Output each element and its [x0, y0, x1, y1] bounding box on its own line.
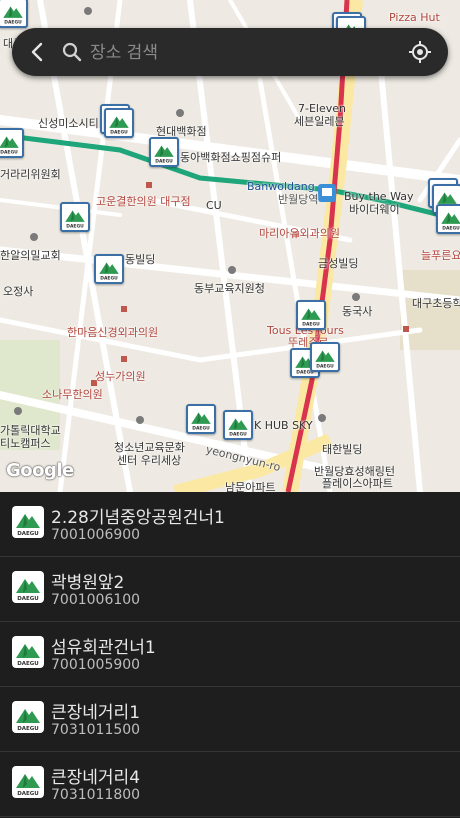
map-label: 고운결한의원 대구점: [96, 195, 191, 208]
svg-text:DAEGU: DAEGU: [316, 364, 334, 370]
map-label: 신성미소시티: [38, 117, 99, 130]
svg-text:DAEGU: DAEGU: [17, 661, 39, 667]
map-label: 세븐일레븐: [294, 115, 345, 128]
chevron-left-icon: [31, 42, 43, 62]
stop-name: 큰장네거리1: [51, 703, 141, 723]
svg-text:DAEGU: DAEGU: [17, 726, 39, 732]
map-label: 늘푸른요: [421, 249, 460, 262]
svg-text:DAEGU: DAEGU: [110, 130, 128, 136]
crosshair-location-icon: [409, 41, 431, 63]
daegu-bus-stop-icon: DAEGU: [12, 701, 44, 733]
daegu-bus-stop-icon: DAEGU: [12, 766, 44, 798]
stop-name: 큰장네거리4: [51, 768, 141, 788]
bus-stop-marker[interactable]: DAEGU: [223, 410, 253, 440]
list-item[interactable]: DAEGU 큰장네거리4 7031011800: [0, 752, 460, 817]
list-item[interactable]: DAEGU 섬유회관건너1 7001005900: [0, 622, 460, 687]
map-label: Banwoldang: [247, 180, 315, 193]
map-label: 동빌딩: [125, 253, 156, 266]
map-label: Pizza Hut: [389, 11, 440, 24]
map-label: CU: [206, 199, 222, 212]
list-item[interactable]: DAEGU 2.28기념중앙공원건너1 7001006900: [0, 492, 460, 557]
map-label: 태한빌딩: [322, 443, 363, 456]
svg-text:DAEGU: DAEGU: [302, 322, 320, 328]
svg-text:DAEGU: DAEGU: [155, 159, 173, 165]
stop-name: 곽병원앞2: [51, 573, 125, 593]
map-label: 플레이스아파트: [322, 477, 393, 490]
bus-stop-marker[interactable]: DAEGU: [296, 300, 326, 330]
svg-text:DAEGU: DAEGU: [17, 531, 39, 537]
search-icon: [62, 42, 82, 62]
daegu-bus-stop-icon: DAEGU: [12, 636, 44, 668]
map-label: 동아백화점쇼핑점슈퍼: [180, 151, 282, 164]
map-label: 한알의밀교회: [0, 249, 61, 262]
svg-text:DAEGU: DAEGU: [17, 596, 39, 602]
map-label: 오정사: [3, 285, 34, 298]
stop-name: 섬유회관건너1: [51, 638, 156, 658]
bus-stop-marker[interactable]: DAEGU: [94, 254, 124, 284]
bus-stop-marker[interactable]: DAEGU: [186, 404, 216, 434]
bus-stop-list: DAEGU 2.28기념중앙공원건너1 7001006900 DAEGU 곽병원…: [0, 492, 460, 818]
stop-code: 7031011800: [51, 787, 141, 803]
map-label: 가톨릭대학교: [0, 424, 61, 437]
svg-text:DAEGU: DAEGU: [229, 432, 247, 438]
stop-code: 7001006100: [51, 592, 141, 608]
my-location-button[interactable]: [408, 40, 432, 64]
map-label: 거라리위원회: [0, 168, 61, 181]
search-bar: [12, 28, 448, 76]
bus-stop-marker[interactable]: DAEGU: [436, 204, 460, 234]
stop-code: 7031011500: [51, 722, 141, 738]
bus-stop-marker[interactable]: DAEGU: [104, 108, 134, 138]
map-label: K HUB SKY: [254, 419, 313, 432]
map-label: Buy the Way: [344, 190, 414, 203]
bus-stop-marker[interactable]: DAEGU: [310, 342, 340, 372]
map-label: 반월당역: [278, 193, 319, 206]
map-label: 청소년교육문화: [114, 441, 185, 454]
daegu-bus-stop-icon: DAEGU: [12, 506, 44, 538]
svg-text:DAEGU: DAEGU: [0, 150, 18, 156]
map-label: 7-Eleven: [298, 102, 346, 115]
bus-stop-marker[interactable]: DAEGU: [149, 137, 179, 167]
list-item[interactable]: DAEGU 곽병원앞2 7001006100: [0, 557, 460, 622]
map-label: 센터 우리세상: [117, 454, 182, 467]
svg-text:DAEGU: DAEGU: [442, 226, 460, 232]
map-label: 성누가의원: [95, 370, 146, 383]
svg-text:DAEGU: DAEGU: [100, 276, 118, 282]
map-label: 마리아유외과의원: [259, 227, 340, 240]
stop-name: 2.28기념중앙공원건너1: [51, 508, 225, 528]
stop-code: 7001006900: [51, 527, 141, 543]
map-label: 한마음신경외과의원: [67, 326, 159, 339]
list-item[interactable]: DAEGU 큰장네거리1 7031011500: [0, 687, 460, 752]
svg-text:DAEGU: DAEGU: [17, 791, 39, 797]
map-label: 바이더웨이: [349, 203, 400, 216]
search-input[interactable]: [88, 38, 392, 68]
map-label: 금성빌딩: [318, 257, 359, 270]
svg-text:DAEGU: DAEGU: [4, 20, 22, 26]
back-button[interactable]: [26, 40, 50, 64]
stop-code: 7001005900: [51, 657, 141, 673]
map-label: 동국사: [342, 305, 373, 318]
bus-stop-marker[interactable]: DAEGU: [60, 202, 90, 232]
map-label: 소나무한의원: [42, 388, 103, 401]
bus-stop-marker[interactable]: DAEGU: [0, 0, 28, 28]
svg-text:DAEGU: DAEGU: [66, 224, 84, 230]
daegu-bus-stop-icon: DAEGU: [12, 571, 44, 603]
google-logo: Google: [6, 460, 74, 481]
svg-text:DAEGU: DAEGU: [192, 426, 210, 432]
bus-stop-marker[interactable]: DAEGU: [0, 128, 24, 158]
map-label: 티노캠퍼스: [0, 437, 51, 450]
map-label: 남문아파트: [225, 481, 276, 492]
map-label: 대구초등학: [412, 297, 460, 310]
map-label: 동부교육지원청: [194, 282, 265, 295]
